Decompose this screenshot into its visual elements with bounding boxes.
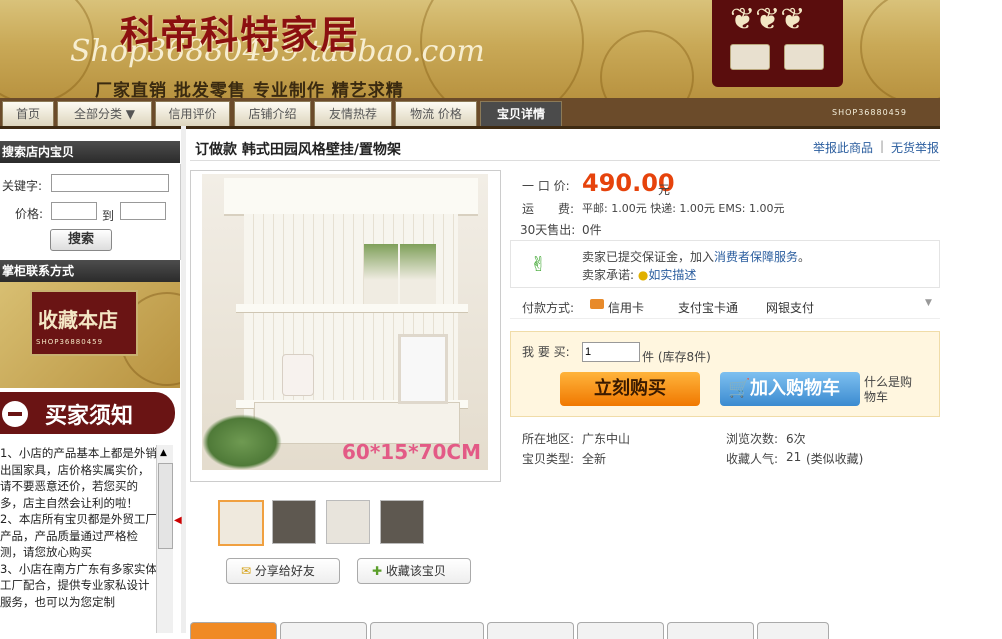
bottom-tab-4[interactable] (487, 622, 574, 639)
handshake-icon: ✌ (530, 252, 547, 276)
shield-badge-icon[interactable] (730, 44, 770, 70)
shipping-value: 平邮: 1.00元 快递: 1.00元 EMS: 1.00元 (582, 202, 785, 215)
notice-heading: 买家须知 (45, 404, 134, 429)
bottom-tab-5[interactable] (577, 622, 664, 639)
divider (510, 318, 940, 319)
views-value: 6次 (786, 432, 806, 446)
price-to-label: 到 (102, 209, 115, 223)
product-image[interactable]: 60*15*70CM (202, 174, 488, 470)
bottom-tab-2[interactable] (280, 622, 367, 639)
quantity-label: 我 要 买: (522, 345, 570, 359)
scroll-up-icon[interactable]: ▲ (160, 448, 167, 458)
promise-label: 卖家承诺: (582, 268, 635, 282)
trust-badge-icon[interactable] (784, 44, 824, 70)
thumbnail-4[interactable] (380, 500, 424, 544)
bottom-tab-3[interactable] (370, 622, 484, 639)
collapse-arrow-icon[interactable]: ◀ (174, 515, 182, 526)
item-type-value: 全新 (582, 452, 607, 466)
share-button[interactable]: ✉ 分享给好友 (226, 558, 340, 584)
promise-line-1: 卖家已提交保证金，加入消费者保障服务。 (582, 248, 810, 265)
price-min-input[interactable] (51, 202, 97, 220)
ornament-icon: ❦❦❦ (730, 2, 806, 37)
bulb-icon: ● (637, 268, 649, 282)
thumbnail-3[interactable] (326, 500, 370, 544)
keyword-label: 关键字: (2, 179, 43, 193)
sold-label: 30天售出: (520, 223, 576, 237)
notice-heading-banner: 买家须知 (0, 392, 175, 434)
stock-text: 件 (库存8件) (642, 350, 711, 364)
add-cart-label: 加入购物车 (750, 378, 840, 399)
price-max-input[interactable] (120, 202, 166, 220)
fav-count-label: 收藏人气: (726, 452, 779, 466)
cart-icon: 🛒 (728, 378, 751, 399)
fav-shop-button[interactable]: 收藏本店 SHOP36880459 (30, 290, 138, 356)
currency-label: 元 (658, 183, 671, 197)
sold-value: 0件 (582, 223, 602, 237)
share-icon: ✉ (241, 564, 252, 578)
price-label: 一 口 价: (522, 179, 570, 193)
bottom-tab-1[interactable] (190, 622, 277, 639)
collect-item-button[interactable]: ✚ 收藏该宝贝 (357, 558, 471, 584)
promise-text: 卖家已提交保证金，加入 (582, 250, 715, 264)
payment-alipay-card: 支付宝卡通 (678, 301, 739, 315)
add-to-cart-button[interactable]: 🛒加入购物车 (720, 372, 860, 406)
tab-recommend[interactable]: 友情热荐 (314, 101, 392, 126)
tab-shop-intro[interactable]: 店铺介绍 (234, 101, 311, 126)
share-button-label: 分享给好友 (254, 564, 315, 578)
thumbnail-1[interactable] (218, 500, 264, 546)
price-label: 价格: (15, 207, 44, 221)
promise-period: 。 (798, 250, 811, 264)
shipping-label: 运 费: (522, 202, 575, 216)
product-title: 订做款 韩式田园风格壁挂/置物架 (195, 142, 401, 158)
payment-online-bank: 网银支付 (766, 301, 815, 315)
column-divider (181, 126, 186, 633)
payment-credit-card: 信用卡 (608, 301, 645, 315)
tab-credit[interactable]: 信用评价 (155, 101, 230, 126)
no-goods-report-link[interactable]: 无货举报 (891, 139, 939, 156)
promise-line-2: 卖家承诺: ●如实描述 (582, 266, 696, 283)
tab-home[interactable]: 首页 (2, 101, 54, 126)
payment-expand-icon[interactable]: ▼ (925, 298, 932, 308)
contact-heading: 掌柜联系方式 (0, 260, 180, 282)
location-label: 所在地区: (522, 432, 575, 446)
badge-box: ❦❦❦ (712, 0, 843, 87)
what-is-cart-text[interactable]: 什么是购物车 (864, 375, 914, 405)
notice-scrollbar[interactable]: ▲ (156, 445, 173, 633)
location-value: 广东中山 (582, 432, 631, 446)
payment-label: 付款方式: (522, 301, 575, 315)
notice-text: 1、小店的产品基本上都是外销出国家具，店价格实属实价，请不要恶意还价，若您买的多… (0, 446, 157, 609)
report-link[interactable]: 举报此商品 (813, 139, 873, 156)
search-button[interactable]: 搜索 (50, 229, 112, 251)
notice-icon (2, 401, 28, 427)
tab-item-detail[interactable]: 宝贝详情 (480, 101, 562, 126)
fav-shop-code: SHOP36880459 (36, 338, 104, 346)
search-heading: 搜索店内宝贝 (0, 141, 180, 163)
link-separator: | (880, 139, 885, 153)
scroll-thumb[interactable] (158, 463, 173, 549)
similar-fav-link[interactable]: (类似收藏) (806, 450, 863, 467)
collect-button-label: 收藏该宝贝 (385, 564, 446, 578)
consumer-protection-link[interactable]: 消费者保障服务 (714, 250, 798, 264)
shop-title: 科帝科特家居 (120, 13, 361, 57)
keyword-input[interactable] (51, 174, 169, 192)
bottom-tab-6[interactable] (667, 622, 754, 639)
item-type-label: 宝贝类型: (522, 452, 575, 466)
collect-icon: ✚ (372, 564, 383, 578)
bottom-tab-7[interactable] (757, 622, 829, 639)
tab-shipping[interactable]: 物流 价格 (395, 101, 477, 126)
views-label: 浏览次数: (726, 432, 779, 446)
tab-all-categories[interactable]: 全部分类 ▼ (57, 101, 152, 126)
shop-code: SHOP36880459 (832, 108, 907, 117)
as-described-link[interactable]: 如实描述 (648, 268, 696, 282)
quantity-input[interactable] (582, 342, 640, 362)
image-size-label: 60*15*70CM (342, 440, 481, 464)
credit-card-icon (590, 299, 604, 309)
thumbnail-2[interactable] (272, 500, 316, 544)
fav-shop-label: 收藏本店 (38, 308, 118, 332)
fav-count-value: 21 (786, 450, 802, 464)
buy-now-button[interactable]: 立刻购买 (560, 372, 700, 406)
